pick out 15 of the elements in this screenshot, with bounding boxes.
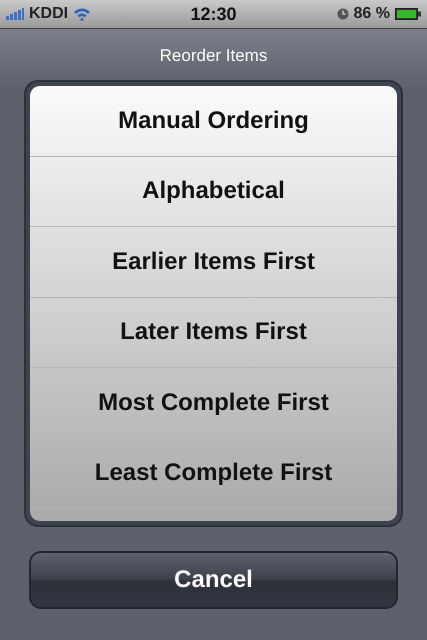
signal-icon (6, 8, 24, 20)
option-item[interactable]: Later Items First (30, 298, 397, 368)
cancel-button[interactable]: Cancel (29, 551, 398, 609)
clock-time: 12:30 (190, 4, 237, 24)
battery-percent: 86 % (354, 5, 390, 23)
option-item[interactable]: Alphabetical (30, 156, 397, 227)
wifi-icon (73, 7, 92, 21)
option-item[interactable]: Least Complete First (30, 438, 397, 509)
option-item[interactable]: Manual Ordering (30, 86, 397, 156)
sheet-title: Reorder Items (160, 46, 268, 66)
clock-icon (336, 8, 349, 20)
carrier-name: KDDI (29, 5, 68, 23)
option-item[interactable]: Most Complete First (30, 368, 397, 438)
battery-icon (395, 8, 421, 20)
option-item[interactable]: Earlier Items First (30, 227, 397, 298)
